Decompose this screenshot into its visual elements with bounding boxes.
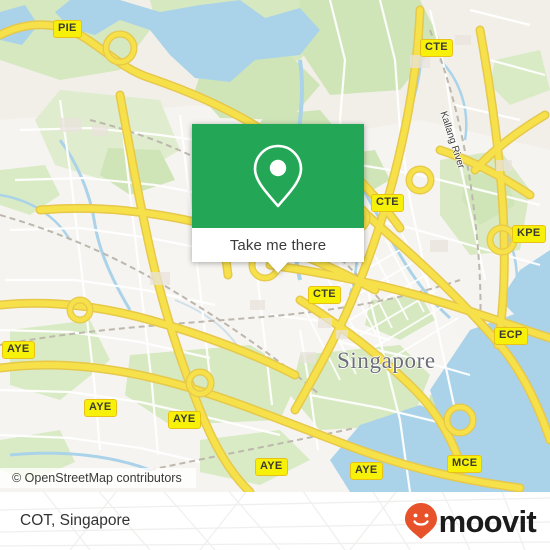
take-me-there-label: Take me there xyxy=(229,236,327,254)
take-me-there-button[interactable]: Take me there xyxy=(192,228,364,273)
moovit-wordmark: moovit xyxy=(438,503,537,539)
osm-attribution[interactable]: © OpenStreetMap contributors xyxy=(0,468,196,488)
road-shield-aye: AYE xyxy=(168,411,201,429)
moovit-smiley-pin-icon xyxy=(404,503,437,539)
road-shield-cte: CTE xyxy=(371,194,404,212)
road-shield-kpe: KPE xyxy=(512,225,546,243)
road-shield-pie: PIE xyxy=(53,20,82,38)
road-shield-aye: AYE xyxy=(2,341,35,359)
road-shield-cte: CTE xyxy=(420,39,453,57)
city-label-singapore: Singapore xyxy=(337,348,436,373)
callout-pointer xyxy=(268,262,288,273)
location-title: COT, Singapore xyxy=(20,512,131,529)
map-pin-icon xyxy=(253,144,303,208)
take-me-there-callout[interactable]: Take me there xyxy=(192,124,364,273)
road-shield-aye: AYE xyxy=(84,399,117,417)
footer-bar: COT, Singapore moovit xyxy=(0,492,550,550)
callout-icon-panel xyxy=(192,124,364,228)
road-shield-mce: MCE xyxy=(447,455,483,473)
road-shield-ecp: ECP xyxy=(494,327,528,345)
moovit-brand[interactable]: moovit xyxy=(404,502,537,540)
moovit-map-screenshot: PIE CTE CTE KPE CTE ECP AYE AYE AYE AYE … xyxy=(0,0,550,550)
road-shield-cte: CTE xyxy=(308,286,341,304)
map-canvas[interactable]: PIE CTE CTE KPE CTE ECP AYE AYE AYE AYE … xyxy=(0,0,550,492)
road-shield-aye: AYE xyxy=(255,458,288,476)
road-shield-aye: AYE xyxy=(350,462,383,480)
